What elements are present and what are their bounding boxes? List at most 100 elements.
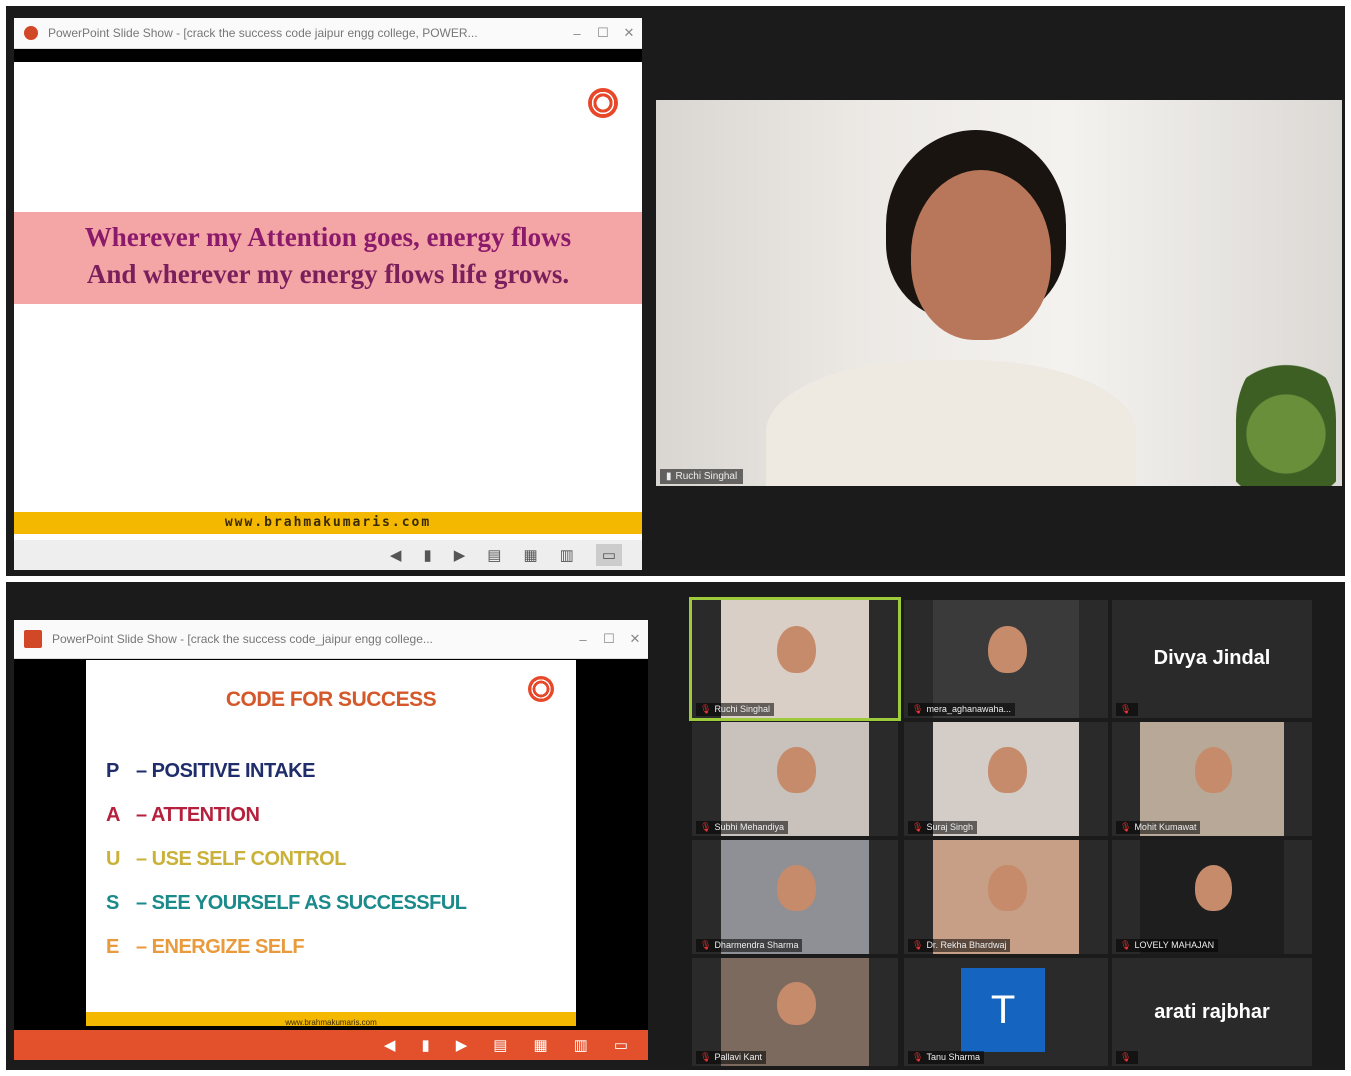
code-item: A – ATTENTION <box>106 804 260 827</box>
code-item: S – SEE YOURSELF AS SUCCESSFUL <box>106 892 467 915</box>
participant-tile[interactable]: 🎙 Subhi Mehandiya <box>692 722 898 836</box>
plant <box>1236 350 1336 486</box>
participant-tile[interactable]: 🎙 Ruchi Singhal <box>689 597 901 721</box>
participant-name-tag: 🎙 Dr. Rekha Bhardwaj <box>908 939 1011 952</box>
grid-view-icon[interactable]: ▦ <box>533 1036 547 1054</box>
participant-name-tag: 🎙 <box>1116 703 1139 716</box>
muted-mic-icon: 🎙 <box>1120 940 1132 950</box>
notes-icon[interactable]: ▤ <box>487 546 501 564</box>
muted-mic-icon: 🎙 <box>700 822 712 832</box>
previous-slide-icon[interactable]: ◀ <box>390 546 402 564</box>
participant-face <box>988 865 1027 911</box>
speaker-video: ▮ Ruchi Singhal <box>656 100 1342 486</box>
muted-mic-icon: 🎙 <box>1120 704 1132 714</box>
slideshow-controls-bottom: ◀ ▮ ▶ ▤ ▦ ▥ ▭ <box>14 1030 648 1060</box>
grid-view-icon[interactable]: ▦ <box>523 546 537 564</box>
powerpoint-icon <box>24 630 42 648</box>
participant-face <box>777 747 816 793</box>
participant-face <box>777 865 816 911</box>
code-letter: S <box>106 892 119 914</box>
slides-icon[interactable]: ▮ <box>421 1036 429 1054</box>
code-letter: E <box>106 936 119 958</box>
slide-top: Wherever my Attention goes, energy flows… <box>14 62 642 540</box>
reading-view-icon[interactable]: ▥ <box>560 546 574 564</box>
code-item: E – ENERGIZE SELF <box>106 936 305 959</box>
participant-name: mera_aghanawaha... <box>926 704 1011 714</box>
participant-video <box>932 722 1080 836</box>
code-text: – USE SELF CONTROL <box>136 848 346 870</box>
participant-name: Ruchi Singhal <box>714 704 770 714</box>
code-text: – SEE YOURSELF AS SUCCESSFUL <box>136 892 467 914</box>
participant-face <box>777 625 816 674</box>
footer-url: www.brahmakumaris.com <box>224 515 432 530</box>
participant-tile[interactable]: 🎙 LOVELY MAHAJAN <box>1112 840 1312 954</box>
participant-name-tag: 🎙 Pallavi Kant <box>696 1051 766 1064</box>
slide-footer-bottom: www.brahmakumaris.com <box>86 1012 576 1027</box>
slideshow-controls-top: ◀ ▮ ▶ ▤ ▦ ▥ ▭ <box>14 540 642 570</box>
reading-view-icon[interactable]: ▥ <box>574 1036 588 1054</box>
maximize-button[interactable]: ☐ <box>596 631 622 647</box>
participant-name-tag: 🎙 Mohit Kumawat <box>1116 821 1201 834</box>
maximize-button[interactable]: ☐ <box>590 25 616 41</box>
participant-tile[interactable]: 🎙 mera_aghanawaha... <box>904 600 1108 718</box>
code-text: – POSITIVE INTAKE <box>136 760 315 782</box>
participant-video <box>932 840 1080 954</box>
close-button[interactable]: ✕ <box>616 25 642 41</box>
speaker-shirt <box>766 360 1136 486</box>
previous-slide-icon[interactable]: ◀ <box>384 1036 396 1054</box>
muted-mic-icon: 🎙 <box>912 940 924 950</box>
slideshow-icon[interactable]: ▭ <box>595 544 622 566</box>
participant-face <box>988 747 1027 793</box>
participant-name-tag: 🎙 Tanu Sharma <box>908 1051 984 1064</box>
muted-mic-icon: 🎙 <box>700 704 712 714</box>
gallery-panel: 🎙 Ruchi Singhal 🎙 mera_aghanawaha... Divya J… <box>650 582 1345 1070</box>
quote-band: Wherever my Attention goes, energy flows… <box>14 212 642 304</box>
top-left-share-panel: PowerPoint Slide Show - [crack the succe… <box>6 6 650 576</box>
notes-icon[interactable]: ▤ <box>493 1036 507 1054</box>
window-title: PowerPoint Slide Show - [crack the succe… <box>52 632 433 646</box>
participant-tile[interactable]: 🎙 Pallavi Kant <box>692 958 898 1066</box>
next-slide-icon[interactable]: ▶ <box>454 546 466 564</box>
participant-video <box>720 600 870 718</box>
slideshow-icon[interactable]: ▭ <box>614 1036 628 1054</box>
participant-name: Dharmendra Sharma <box>714 940 799 950</box>
speaker-face <box>911 170 1051 340</box>
participant-tile[interactable]: arati rajbhar 🎙 <box>1112 958 1312 1066</box>
muted-mic-icon: 🎙 <box>912 1052 924 1062</box>
participant-tile[interactable]: 🎙 Dharmendra Sharma <box>692 840 898 954</box>
slide-footer-top: www.brahmakumaris.com <box>14 512 642 534</box>
signal-icon: ▮ <box>666 471 672 482</box>
participant-name: LOVELY MAHAJAN <box>1134 940 1215 950</box>
participant-name: Tanu Sharma <box>926 1052 980 1062</box>
participant-name: Mohit Kumawat <box>1134 822 1197 832</box>
participant-name-tag: 🎙 Dharmendra Sharma <box>696 939 803 952</box>
muted-mic-icon: 🎙 <box>912 822 924 832</box>
participant-video <box>720 722 870 836</box>
footer-url: www.brahmakumaris.com <box>285 1018 377 1027</box>
code-text: – ATTENTION <box>136 804 260 826</box>
participant-name: Subhi Mehandiya <box>714 822 784 832</box>
participant-tile[interactable]: T 🎙 Tanu Sharma <box>904 958 1108 1066</box>
slides-icon[interactable]: ▮ <box>423 546 431 564</box>
participant-name-tag: 🎙 Ruchi Singhal <box>696 703 774 716</box>
minimize-button[interactable]: – <box>570 632 596 647</box>
participant-name-tag: 🎙 LOVELY MAHAJAN <box>1116 939 1219 952</box>
participant-video <box>1140 722 1284 836</box>
code-text: – ENERGIZE SELF <box>136 936 305 958</box>
participant-name: Dr. Rekha Bhardwaj <box>926 940 1007 950</box>
close-button[interactable]: ✕ <box>622 631 648 647</box>
minimize-button[interactable]: – <box>564 26 590 41</box>
code-letter: P <box>106 760 119 782</box>
code-item: U – USE SELF CONTROL <box>106 848 346 871</box>
window-title: PowerPoint Slide Show - [crack the succe… <box>48 26 478 40</box>
participant-tile[interactable]: 🎙 Mohit Kumawat <box>1112 722 1312 836</box>
slideshow-titlebar-top: PowerPoint Slide Show - [crack the succe… <box>14 18 642 49</box>
participant-tile[interactable]: 🎙 Suraj Singh <box>904 722 1108 836</box>
participant-name-tag: 🎙 Subhi Mehandiya <box>696 821 788 834</box>
participant-display-name: Divya Jindal <box>1153 647 1271 670</box>
bottom-left-share-panel: PowerPoint Slide Show - [crack the succe… <box>6 582 650 1070</box>
participant-name-tag: 🎙 Suraj Singh <box>908 821 977 834</box>
participant-tile[interactable]: Divya Jindal 🎙 <box>1112 600 1312 718</box>
next-slide-icon[interactable]: ▶ <box>456 1036 468 1054</box>
participant-tile[interactable]: 🎙 Dr. Rekha Bhardwaj <box>904 840 1108 954</box>
